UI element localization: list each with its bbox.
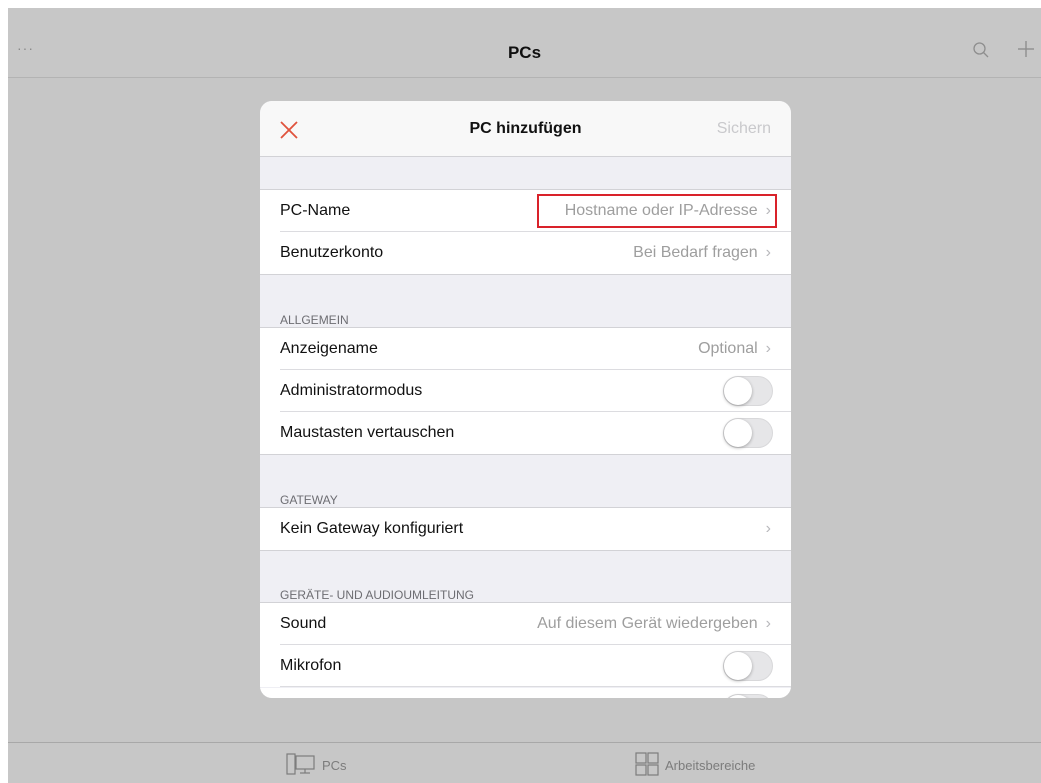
swap-mouse-label: Maustasten vertauschen xyxy=(280,424,455,441)
display-name-row[interactable]: Anzeigename Optional › xyxy=(260,327,791,370)
add-icon[interactable] xyxy=(1017,40,1035,63)
add-pc-dialog: PC hinzufügen Sichern PC-Name Hostname o… xyxy=(260,101,791,698)
swap-mouse-toggle[interactable] xyxy=(723,418,773,448)
admin-mode-toggle[interactable] xyxy=(723,376,773,406)
sound-row[interactable]: Sound Auf diesem Gerät wiedergeben › xyxy=(260,602,791,645)
chevron-right-icon: › xyxy=(765,520,771,537)
pc-name-row[interactable]: PC-Name Hostname oder IP-Adresse › xyxy=(260,189,791,232)
display-name-value-text: Optional xyxy=(698,340,758,357)
tab-pcs[interactable]: PCs xyxy=(286,752,347,779)
microphone-row: Mikrofon xyxy=(260,645,791,687)
dialog-header: PC hinzufügen Sichern xyxy=(260,101,791,157)
page-title: PCs xyxy=(507,43,542,62)
next-setting-row xyxy=(260,688,791,698)
section-header-gateway: GATEWAY xyxy=(280,493,338,507)
save-button[interactable]: Sichern xyxy=(717,120,771,138)
bottom-tab-bar: PCs Arbeitsbereiche xyxy=(8,742,1041,783)
chevron-right-icon: › xyxy=(765,615,771,632)
gateway-label: Kein Gateway konfiguriert xyxy=(280,520,464,537)
search-icon[interactable] xyxy=(973,42,989,63)
section-header-redirect: GERÄTE- UND AUDIOUMLEITUNG xyxy=(280,588,475,602)
gateway-row[interactable]: Kein Gateway konfiguriert › xyxy=(260,507,791,551)
display-name-label: Anzeigename xyxy=(280,340,378,357)
swap-mouse-row: Maustasten vertauschen xyxy=(260,412,791,455)
app-screen: ··· PCs PCs Arbeitsbereiche PC hinzufüge… xyxy=(8,8,1041,783)
user-account-label: Benutzerkonto xyxy=(280,244,384,261)
sound-label: Sound xyxy=(280,615,327,632)
next-setting-toggle[interactable] xyxy=(723,694,773,698)
admin-mode-label: Administratormodus xyxy=(280,382,423,399)
tab-workspaces[interactable]: Arbeitsbereiche xyxy=(635,752,755,779)
microphone-toggle[interactable] xyxy=(723,651,773,681)
monitor-icon xyxy=(286,752,316,779)
pc-name-field[interactable]: Hostname oder IP-Adresse › xyxy=(565,202,771,220)
tab-label: Arbeitsbereiche xyxy=(665,758,756,773)
chevron-right-icon: › xyxy=(765,244,771,261)
chevron-right-icon: › xyxy=(765,202,771,219)
grid-icon xyxy=(635,752,659,779)
display-name-value: Optional › xyxy=(698,340,771,358)
pc-name-placeholder: Hostname oder IP-Adresse xyxy=(564,202,758,219)
gateway-value: › xyxy=(758,520,771,538)
dialog-title: PC hinzufügen xyxy=(469,120,582,137)
microphone-label: Mikrofon xyxy=(280,657,342,674)
tab-label: PCs xyxy=(322,758,347,773)
user-account-row[interactable]: Benutzerkonto Bei Bedarf fragen › xyxy=(260,232,791,275)
user-account-value-text: Bei Bedarf fragen xyxy=(633,244,758,261)
pc-name-label: PC-Name xyxy=(280,202,351,219)
sound-value-text: Auf diesem Gerät wiedergeben xyxy=(537,615,758,632)
admin-mode-row: Administratormodus xyxy=(260,370,791,412)
top-navigation-bar: ··· PCs xyxy=(8,8,1041,78)
section-header-general: ALLGEMEIN xyxy=(280,313,349,327)
sound-value: Auf diesem Gerät wiedergeben › xyxy=(537,615,771,633)
user-account-value: Bei Bedarf fragen › xyxy=(633,244,771,262)
chevron-right-icon: › xyxy=(765,340,771,357)
